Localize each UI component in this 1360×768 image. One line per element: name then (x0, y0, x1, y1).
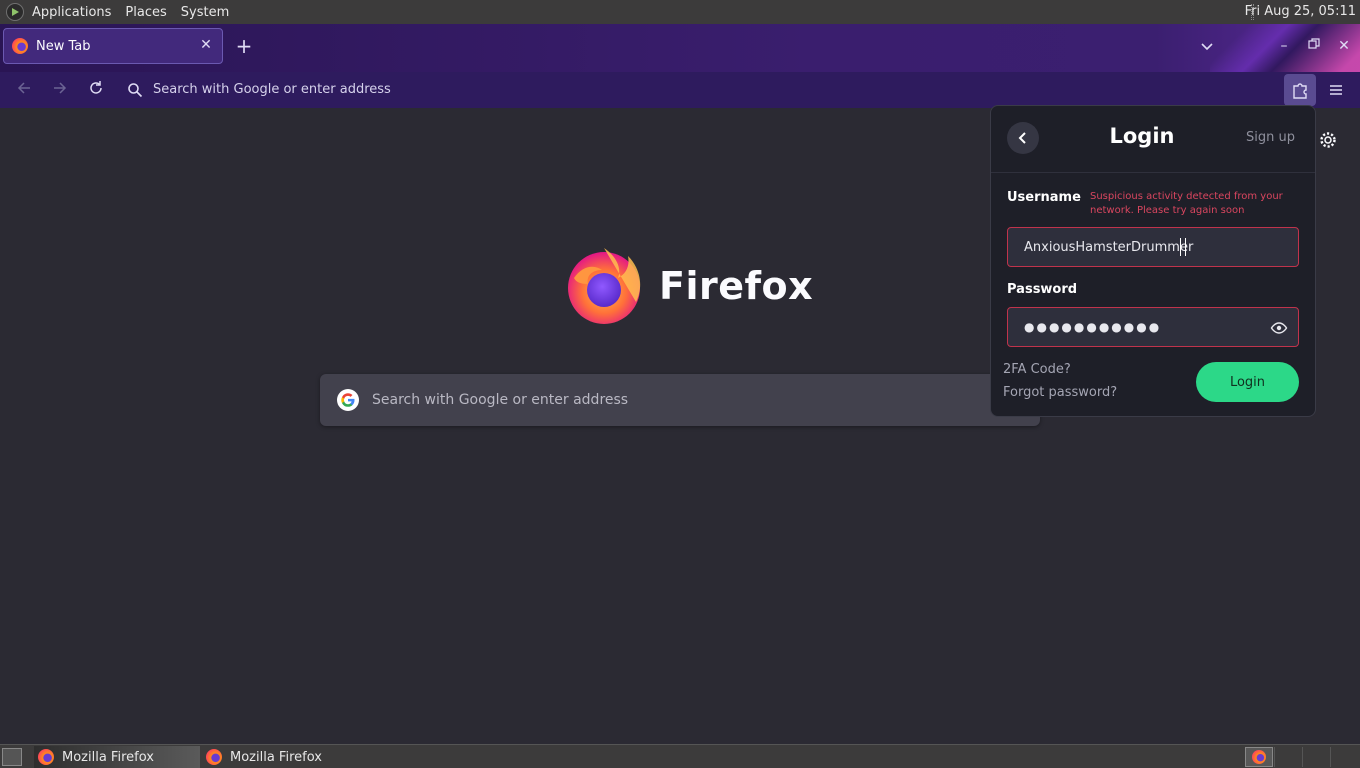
list-all-tabs-chevron-icon[interactable] (1199, 38, 1217, 56)
firefox-favicon-icon (38, 749, 54, 765)
bottom-taskbar: Mozilla Firefox Mozilla Firefox (0, 744, 1360, 768)
google-g-icon (336, 388, 360, 412)
forward-arrow-icon[interactable] (50, 80, 70, 100)
navigation-toolbar: Search with Google or enter address (0, 72, 1360, 108)
firefox-wordmark: Firefox (659, 264, 814, 308)
back-arrow-icon[interactable] (14, 80, 34, 100)
search-icon (127, 82, 143, 102)
login-button[interactable]: Login (1196, 362, 1299, 402)
extension-login-popup: Login Sign up Username Suspicious activi… (990, 105, 1316, 417)
personalize-gear-icon[interactable] (1319, 131, 1337, 149)
taskbar-item-firefox-2[interactable]: Mozilla Firefox (202, 746, 368, 768)
extensions-puzzle-icon[interactable] (1284, 74, 1316, 106)
firefox-logo-icon (564, 244, 646, 326)
reload-icon[interactable] (86, 80, 106, 100)
minimize-window-icon[interactable]: – (1276, 38, 1292, 54)
close-tab-icon[interactable]: ✕ (198, 37, 214, 53)
taskbar-item-firefox-1[interactable]: Mozilla Firefox (34, 746, 200, 768)
places-menu[interactable]: Places (125, 5, 166, 20)
show-desktop-icon[interactable] (2, 748, 22, 766)
taskbar-item-label: Mozilla Firefox (230, 749, 322, 765)
newtab-search-placeholder: Search with Google or enter address (372, 392, 629, 408)
distro-menu-icon[interactable] (6, 3, 24, 21)
error-message: Suspicious activity detected from your n… (1090, 191, 1283, 216)
workspace-2[interactable] (1274, 747, 1302, 767)
firefox-favicon-icon (12, 38, 28, 54)
text-cursor-icon (1180, 238, 1186, 256)
password-field[interactable]: ●●●●●●●●●●● (1007, 307, 1299, 347)
workspace-1-firefox-icon[interactable] (1245, 747, 1273, 767)
close-window-icon[interactable]: ✕ (1336, 38, 1352, 54)
2fa-code-link[interactable]: 2FA Code? (1003, 362, 1071, 377)
username-label: Username (1007, 190, 1081, 205)
workspace-4[interactable] (1330, 747, 1358, 767)
tab-title: New Tab (36, 38, 91, 54)
taskbar-item-label: Mozilla Firefox (62, 749, 154, 765)
address-bar[interactable]: Search with Google or enter address (118, 76, 1278, 104)
clock[interactable]: Fri Aug 25, 05:11 (1245, 4, 1356, 19)
applications-menu[interactable]: Applications (32, 5, 111, 20)
tab-strip: New Tab ✕ + – ✕ (0, 24, 1360, 72)
new-tab-button[interactable]: + (234, 36, 254, 56)
username-value: AnxiousHamsterDrummer (1024, 239, 1194, 255)
address-bar-placeholder: Search with Google or enter address (153, 82, 391, 97)
system-menu[interactable]: System (181, 5, 229, 20)
forgot-password-link[interactable]: Forgot password? (1003, 385, 1117, 400)
firefox-favicon-icon (206, 749, 222, 765)
popup-divider (991, 172, 1315, 173)
newtab-search-box[interactable]: Search with Google or enter address (320, 374, 1040, 426)
sign-up-link[interactable]: Sign up (1246, 130, 1295, 145)
app-menu-hamburger-icon[interactable] (1326, 80, 1346, 100)
restore-window-icon[interactable] (1306, 38, 1322, 54)
show-password-eye-icon[interactable] (1270, 319, 1288, 337)
password-label: Password (1007, 282, 1078, 297)
workspace-3[interactable] (1302, 747, 1330, 767)
system-top-panel: Applications Places System Fri Aug 25, 0… (0, 0, 1360, 24)
tab-new-tab[interactable]: New Tab ✕ (3, 28, 223, 64)
password-value: ●●●●●●●●●●● (1024, 320, 1162, 334)
username-field[interactable]: AnxiousHamsterDrummer (1007, 227, 1299, 267)
